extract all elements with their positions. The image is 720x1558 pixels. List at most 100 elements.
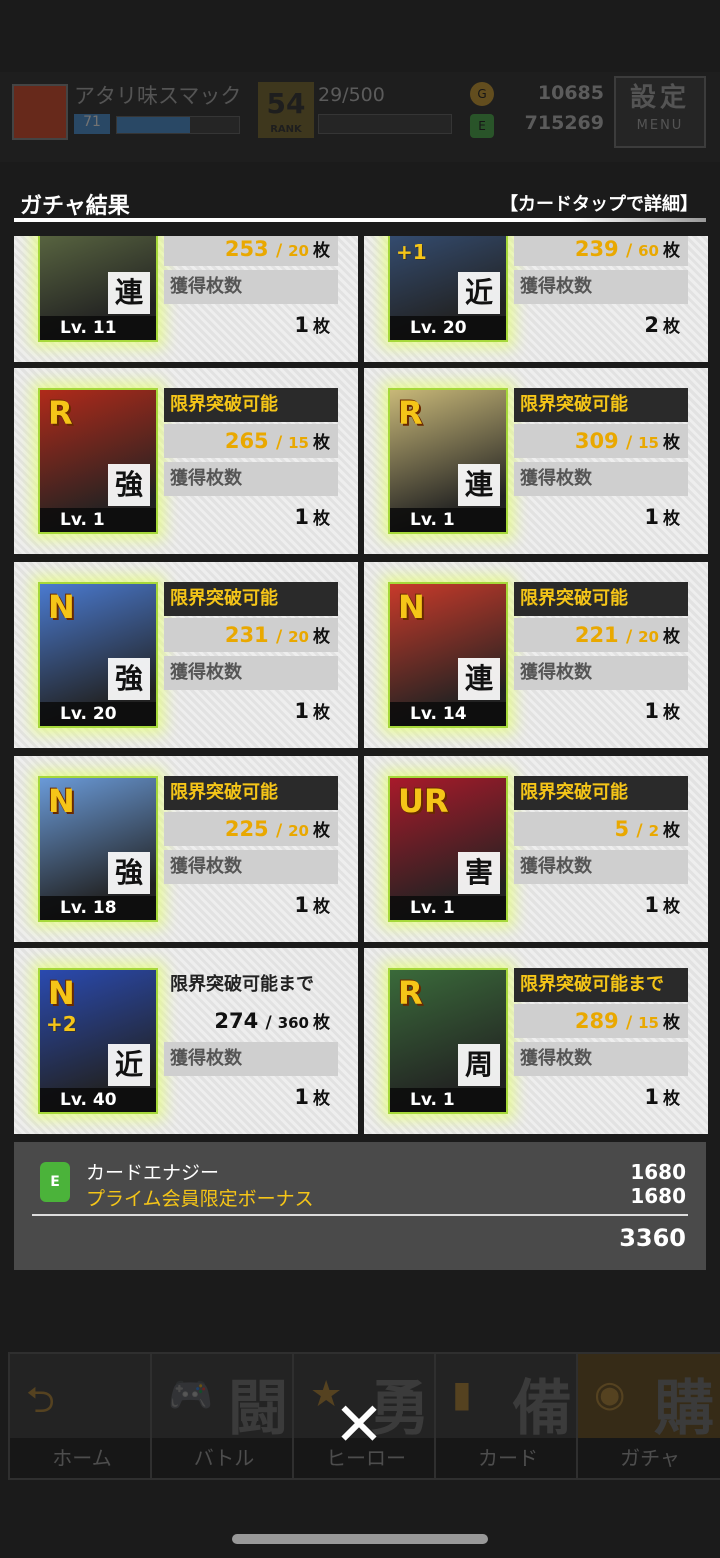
card-level: Lv. 40 — [40, 1088, 156, 1112]
card-thumbnail: R 強 Lv. 1 — [38, 388, 158, 534]
owned-count: 309 / 15 枚 — [514, 424, 688, 458]
nav-kanji: 購 — [654, 1374, 714, 1444]
owned-count: 265 / 15 枚 — [164, 424, 338, 458]
result-card[interactable]: R 強 Lv. 1 限界突破可能 265 / 15 枚 獲得枚数 1枚 — [14, 368, 358, 554]
settings-menu-button[interactable]: 設定 MENU — [614, 76, 706, 148]
card-result-grid: 連 Lv. 11 253 / 20 枚 獲得枚数 1枚 +1 近 Lv. 20 2… — [0, 236, 720, 1136]
menu-label: 設定 — [629, 83, 690, 113]
player-name: アタリ味スマック — [74, 84, 242, 108]
nav-icon: ◉ — [594, 1374, 626, 1415]
card-level: Lv. 18 — [40, 896, 156, 920]
rarity-badge: UR — [398, 782, 449, 820]
nav-item[interactable]: ⮌ ホーム — [8, 1352, 156, 1480]
obtained-count: 1枚 — [294, 1085, 330, 1109]
page-title: ガチャ結果 — [20, 194, 130, 219]
nav-item[interactable]: ▮ 備カード — [434, 1352, 582, 1480]
card-level: Lv. 1 — [40, 508, 156, 532]
result-card[interactable]: +1 近 Lv. 20 239 / 60 枚 獲得枚数 2枚 — [364, 236, 708, 362]
card-thumbnail: N 強 Lv. 18 — [38, 776, 158, 922]
result-card[interactable]: N 強 Lv. 18 限界突破可能 225 / 20 枚 獲得枚数 1枚 — [14, 756, 358, 942]
energy-divider — [32, 1214, 688, 1216]
result-card[interactable]: N 強 Lv. 20 限界突破可能 231 / 20 枚 獲得枚数 1枚 — [14, 562, 358, 748]
nav-icon: ▮ — [452, 1374, 472, 1415]
tap-hint: 【カードタップで詳細】 — [500, 194, 698, 215]
home-indicator — [232, 1534, 488, 1544]
energy-icon: E — [470, 114, 494, 138]
card-type-icon: 強 — [108, 658, 150, 700]
plus-badge: +2 — [46, 1012, 77, 1036]
limit-break-label: 限界突破可能 — [514, 582, 688, 616]
obtained-count: 1枚 — [644, 893, 680, 917]
rank-badge: 54 RANK — [258, 82, 314, 138]
card-thumbnail: N 連 Lv. 14 — [388, 582, 508, 728]
obtained-label: 獲得枚数 — [514, 462, 688, 496]
card-type-icon: 強 — [108, 464, 150, 506]
card-energy-icon: E — [40, 1162, 70, 1202]
obtained-label: 獲得枚数 — [164, 850, 338, 884]
limit-break-label: 限界突破可能まで — [514, 968, 688, 1002]
rarity-badge: R — [398, 974, 423, 1012]
nav-label: ホーム — [10, 1438, 154, 1478]
nav-label: ガチャ — [578, 1438, 720, 1478]
result-card[interactable]: 連 Lv. 11 253 / 20 枚 獲得枚数 1枚 — [14, 236, 358, 362]
card-type-icon: 連 — [108, 272, 150, 314]
nav-kanji: 闘 — [228, 1374, 288, 1444]
obtained-label: 獲得枚数 — [514, 656, 688, 690]
card-type-icon: 強 — [108, 852, 150, 894]
obtained-label: 獲得枚数 — [514, 850, 688, 884]
status-bar: アタリ味スマック 71 54 RANK 29/500 G 10685 E 7152… — [0, 72, 720, 162]
card-type-icon: 害 — [458, 852, 500, 894]
card-type-icon: 連 — [458, 658, 500, 700]
result-card[interactable]: UR 害 Lv. 1 限界突破可能 5 / 2枚 獲得枚数 1枚 — [364, 756, 708, 942]
gacha-result-screen: アタリ味スマック 71 54 RANK 29/500 G 10685 E 7152… — [0, 0, 720, 1558]
card-thumbnail: 連 Lv. 11 — [38, 236, 158, 342]
card-energy-value: 1680 — [630, 1160, 686, 1184]
card-thumbnail: R 連 Lv. 1 — [388, 388, 508, 534]
card-level: Lv. 1 — [390, 1088, 506, 1112]
card-level: Lv. 11 — [40, 316, 156, 340]
energy-amount: 715269 — [524, 112, 604, 134]
card-energy-label: カードエナジー — [86, 1162, 220, 1184]
result-card[interactable]: N +2 近 Lv. 40 限界突破可能まで 274 / 360 枚 獲得枚数 1… — [14, 948, 358, 1134]
title-divider — [14, 218, 706, 222]
rarity-badge: N — [48, 974, 75, 1012]
menu-sublabel: MENU — [636, 118, 684, 133]
nav-icon: ⮌ — [26, 1380, 55, 1421]
obtained-count: 1枚 — [644, 1085, 680, 1109]
nav-item[interactable]: ◉ 購ガチャ — [576, 1352, 720, 1480]
rank-value: 54 — [266, 87, 306, 120]
card-thumbnail: UR 害 Lv. 1 — [388, 776, 508, 922]
nav-label: カード — [436, 1438, 580, 1478]
owned-count: 5 / 2枚 — [514, 812, 688, 846]
owned-count: 253 / 20 枚 — [164, 236, 338, 266]
player-exp-bar — [116, 116, 240, 134]
limit-break-label: 限界突破可能 — [514, 776, 688, 810]
result-card[interactable]: R 連 Lv. 1 限界突破可能 309 / 15 枚 獲得枚数 1枚 — [364, 368, 708, 554]
rank-progress-bar — [318, 114, 452, 134]
obtained-count: 1枚 — [294, 699, 330, 723]
nav-item[interactable]: 🎮 闘バトル — [150, 1352, 298, 1480]
card-thumbnail: R 周 Lv. 1 — [388, 968, 508, 1114]
rarity-badge: N — [398, 588, 425, 626]
obtained-label: 獲得枚数 — [164, 462, 338, 496]
card-level: Lv. 20 — [390, 316, 506, 340]
player-avatar[interactable] — [12, 84, 68, 140]
owned-count: 231 / 20 枚 — [164, 618, 338, 652]
close-button[interactable]: ✕ — [326, 1392, 392, 1458]
owned-count: 225 / 20 枚 — [164, 812, 338, 846]
owned-count: 221 / 20 枚 — [514, 618, 688, 652]
player-level-badge: 71 — [74, 114, 110, 134]
limit-break-label: 限界突破可能 — [514, 388, 688, 422]
result-card[interactable]: N 連 Lv. 14 限界突破可能 221 / 20 枚 獲得枚数 1枚 — [364, 562, 708, 748]
result-card[interactable]: R 周 Lv. 1 限界突破可能まで 289 / 15 枚 獲得枚数 1枚 — [364, 948, 708, 1134]
card-level: Lv. 1 — [390, 508, 506, 532]
limit-break-label: 限界突破可能 — [164, 388, 338, 422]
obtained-label: 獲得枚数 — [164, 1042, 338, 1076]
card-type-icon: 近 — [458, 272, 500, 314]
card-type-icon: 連 — [458, 464, 500, 506]
rarity-badge: R — [48, 394, 73, 432]
card-level: Lv. 20 — [40, 702, 156, 726]
owned-count: 239 / 60 枚 — [514, 236, 688, 266]
card-type-icon: 周 — [458, 1044, 500, 1086]
prime-bonus-label: プライム会員限定ボーナス — [86, 1188, 314, 1210]
